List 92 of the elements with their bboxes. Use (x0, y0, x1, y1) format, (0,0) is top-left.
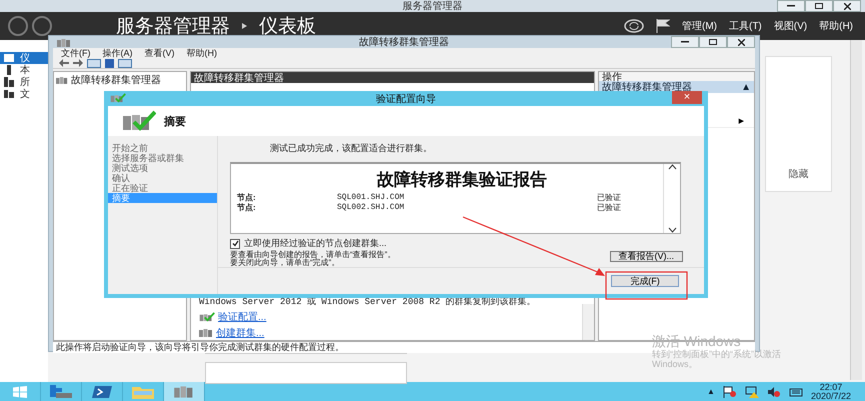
action-link[interactable]: 创建群集... (199, 326, 574, 340)
nav-item[interactable]: 仪 (0, 52, 48, 64)
minimize-icon (787, 5, 795, 7)
menu-item[interactable]: 文件(F) (61, 46, 90, 60)
chevron-icon (242, 23, 247, 29)
view-report-button[interactable]: 查看报告(V)... (610, 251, 683, 262)
forward-arrow-icon[interactable] (73, 59, 83, 67)
node-label: 节点: (237, 202, 257, 212)
maximize-icon (709, 39, 717, 45)
cluster-manager-icon (173, 384, 195, 398)
node-status: 已验证 (597, 202, 621, 212)
servers-icon (4, 77, 14, 87)
instruction-text: 要关闭此向导，请单击“完成”。 (230, 259, 340, 267)
minimize-button[interactable] (671, 36, 699, 48)
folder-icon (132, 384, 154, 398)
nav-item[interactable]: 所 (0, 76, 48, 88)
flag-icon[interactable] (722, 386, 737, 398)
report-title: 故障转移群集验证报告 (376, 169, 548, 191)
wizard-icon (110, 93, 126, 103)
console-icon[interactable] (118, 58, 132, 68)
wizard-step[interactable]: 确认 (108, 173, 217, 183)
window-title: 服务器管理器 (402, 0, 462, 13)
cluster-icon (56, 76, 68, 84)
summary-icon (122, 110, 156, 132)
hide-link[interactable]: 隐藏 (788, 167, 808, 181)
taskbar-button[interactable] (164, 382, 205, 401)
close-button[interactable] (727, 36, 755, 48)
close-icon (738, 38, 744, 46)
tray-expand-button[interactable]: ▲ (707, 387, 715, 396)
node-label: 节点: (237, 192, 257, 202)
keyboard-icon[interactable] (788, 386, 803, 396)
scroll-down-icon[interactable] (668, 227, 676, 233)
tree-item[interactable]: 故障转移群集管理器 (56, 73, 161, 87)
finish-button[interactable]: 完成(F) (611, 275, 679, 287)
scrollbar[interactable] (850, 40, 862, 380)
files-icon (4, 89, 14, 99)
node-name: SQL002.SHJ.COM (337, 202, 406, 212)
maximize-button[interactable] (699, 36, 727, 48)
menu-item[interactable]: 管理(M) (682, 19, 717, 33)
minimize-icon (681, 41, 689, 43)
back-arrow-icon[interactable] (59, 59, 69, 67)
node-name: SQL001.SHJ.COM (337, 192, 406, 202)
pane-header: 操作 (599, 72, 754, 81)
close-button[interactable]: × (672, 91, 702, 104)
validate-icon (199, 312, 215, 322)
node-status: 已验证 (597, 192, 621, 202)
speaker-icon[interactable] (766, 386, 781, 398)
menu-item[interactable]: 操作(A) (102, 46, 132, 60)
instruction-text: 要查看由向导创建的报告，请单击“查看报告”。 (230, 251, 396, 259)
breadcrumb-item: 服务器管理器 (116, 15, 230, 39)
nav-item[interactable]: 文 (0, 88, 48, 100)
menu-item[interactable]: 工具(T) (728, 19, 762, 33)
menu-item[interactable]: 帮助(H) (186, 46, 217, 60)
console-icon[interactable] (87, 58, 101, 68)
window-title: 故障转移群集管理器 (359, 36, 449, 49)
network-icon[interactable] (744, 386, 759, 398)
page-heading: 摘要 (164, 114, 186, 128)
wizard-step[interactable]: 选择服务器或群集 (108, 153, 217, 163)
breadcrumb-item: 仪表板 (259, 15, 316, 39)
activation-text: 转到“控制面板”中的“系统”以激活 (652, 349, 781, 359)
close-icon (844, 2, 850, 10)
pane-header: 故障转移群集管理器 (191, 72, 594, 83)
scroll-up-icon[interactable] (668, 164, 676, 170)
server-icon (4, 65, 14, 75)
refresh-icon[interactable] (624, 19, 644, 33)
action-link[interactable]: 验证配置... (199, 310, 574, 324)
clock[interactable]: 22:07 2020/7/22 (810, 382, 851, 400)
cluster-manager-icon (57, 38, 71, 48)
powershell-icon (92, 386, 112, 398)
result-message: 测试已成功完成，该配置适合进行群集。 (270, 143, 432, 153)
wizard-step[interactable]: 正在验证 (108, 183, 217, 193)
windows-logo-icon (13, 386, 27, 398)
menu-item[interactable]: 查看(V) (144, 46, 174, 60)
flag-icon[interactable] (656, 19, 670, 33)
checkbox-label[interactable]: 立即使用经过验证的节点创建群集... (244, 237, 387, 250)
checkbox[interactable] (230, 238, 240, 248)
restore-button[interactable] (805, 0, 833, 12)
server-manager-icon (48, 384, 74, 398)
activation-text: Windows。 (652, 359, 699, 369)
menu-item[interactable]: 视图(V) (774, 19, 808, 33)
minimize-button[interactable] (777, 0, 805, 12)
wizard-step[interactable]: 开始之前 (108, 143, 217, 153)
nav-item[interactable]: 本 (0, 64, 48, 76)
create-cluster-icon (199, 328, 213, 338)
wizard-step[interactable]: 测试选项 (108, 163, 217, 173)
menu-item[interactable]: 帮助(H) (819, 19, 853, 33)
dialog-title: 验证配置向导 (376, 92, 436, 106)
back-icon[interactable] (8, 16, 28, 36)
restore-icon (815, 3, 823, 9)
close-button[interactable] (833, 0, 861, 12)
scrollbar[interactable] (582, 304, 594, 340)
dashboard-icon (4, 53, 14, 63)
